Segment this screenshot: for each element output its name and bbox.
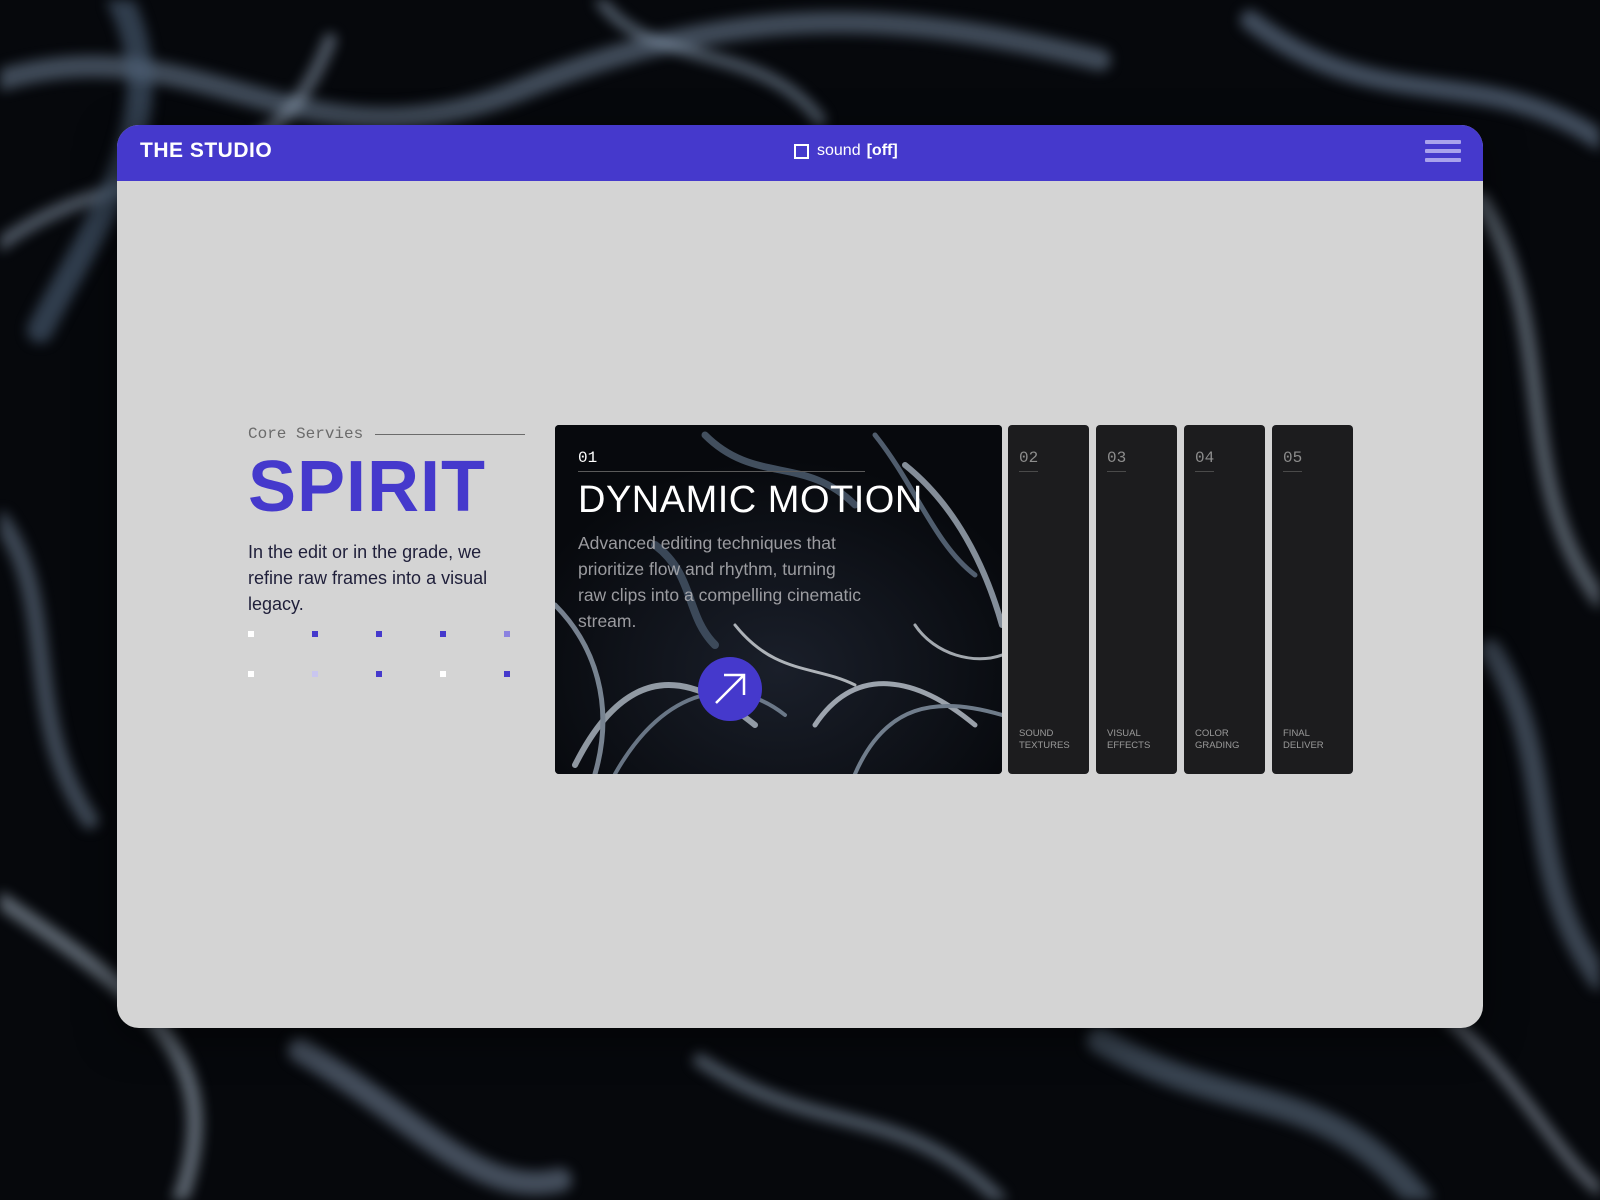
- checkbox-icon[interactable]: [794, 143, 809, 159]
- sound-label: sound: [817, 142, 861, 159]
- card-number: 03: [1107, 449, 1127, 472]
- headline: SPIRIT: [248, 447, 487, 527]
- service-card-visual-effects[interactable]: 03 VISUAL EFFECTS: [1096, 425, 1177, 774]
- card-label: VISUAL EFFECTS: [1107, 728, 1151, 751]
- card-label: SOUND TEXTURES: [1019, 728, 1070, 751]
- brand-logo[interactable]: THE STUDIO: [140, 139, 272, 163]
- sound-toggle[interactable]: sound [off]: [794, 142, 898, 160]
- top-bar: THE STUDIO sound [off]: [117, 125, 1483, 181]
- card-number: 04: [1195, 449, 1215, 472]
- service-card-featured[interactable]: 01 DYNAMIC MOTION Advanced editing techn…: [555, 425, 1002, 774]
- card-label: FINAL DELIVER: [1283, 728, 1324, 751]
- section-eyebrow: Core Servies: [248, 425, 528, 443]
- hamburger-menu-icon[interactable]: [1425, 140, 1461, 166]
- card-label: COLOR GRADING: [1195, 728, 1240, 751]
- main-window: THE STUDIO sound [off] Core Servies SPIR…: [117, 125, 1483, 1028]
- card-number: 02: [1019, 449, 1039, 472]
- card-number: 05: [1283, 449, 1303, 472]
- lead-text: In the edit or in the grade, we refine r…: [248, 542, 488, 614]
- card-number: 01: [578, 449, 865, 472]
- eyebrow-divider: [375, 433, 526, 435]
- service-card-sound-textures[interactable]: 02 SOUND TEXTURES: [1008, 425, 1089, 774]
- eyebrow-text: Core Servies: [248, 425, 364, 443]
- card-description: Advanced editing techniques that priorit…: [578, 533, 862, 631]
- intro-section: Core Servies SPIRIT In the edit or in th…: [248, 425, 528, 691]
- decorative-dot-grid: [248, 631, 513, 691]
- arrow-up-right-button[interactable]: [698, 657, 762, 721]
- arrow-up-right-icon: [715, 673, 746, 704]
- service-card-final-deliver[interactable]: 05 FINAL DELIVER: [1272, 425, 1353, 774]
- sound-state: [off]: [866, 142, 898, 159]
- card-title: DYNAMIC MOTION: [578, 479, 923, 521]
- service-card-color-grading[interactable]: 04 COLOR GRADING: [1184, 425, 1265, 774]
